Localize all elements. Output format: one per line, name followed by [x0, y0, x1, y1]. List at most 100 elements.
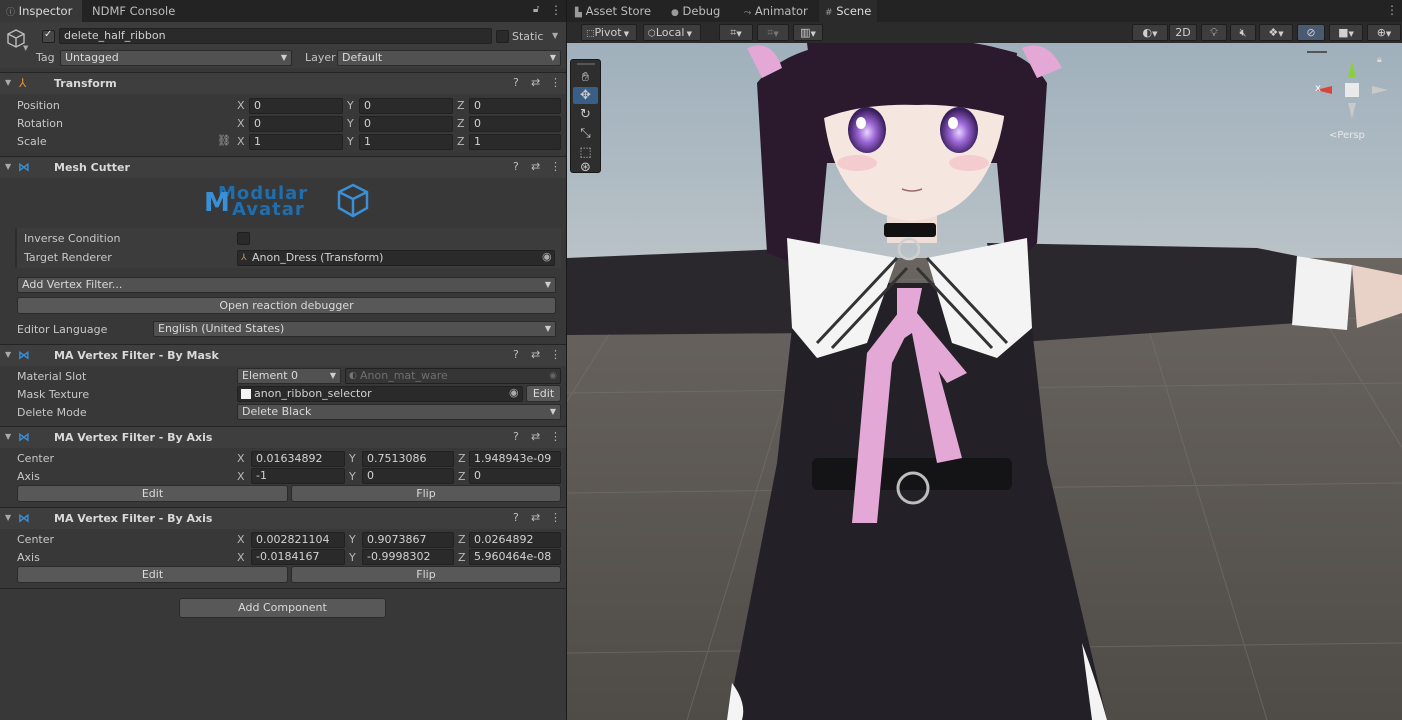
center-y-field[interactable]: 0.7513086	[362, 451, 454, 467]
foldout-arrow-icon[interactable]: ▼	[5, 513, 11, 522]
kebab-menu-icon[interactable]: ⋮	[1386, 3, 1398, 17]
delete-mode-dropdown[interactable]: Delete Black ▼	[237, 404, 561, 420]
kebab-menu-icon[interactable]: ⋮	[550, 160, 561, 173]
transform-header[interactable]: ▼ ⅄ Transform ? ⇄ ⋮	[0, 72, 566, 94]
axis-x-field[interactable]: -1	[251, 468, 345, 484]
axis-y-field[interactable]: -0.9998302	[362, 549, 454, 565]
vertex-snap-button[interactable]: ▥▼	[793, 24, 823, 41]
grid-snap-button[interactable]: ⌗▼	[719, 24, 753, 41]
material-slot-dropdown[interactable]: Element 0 ▼	[237, 368, 341, 384]
gizmos-button[interactable]: ⊕▼	[1367, 24, 1401, 41]
audio-toggle[interactable]: 🔇︎	[1230, 24, 1256, 41]
orientation-gizmo-icon[interactable]	[1312, 55, 1392, 125]
add-component-button[interactable]: Add Component	[179, 598, 386, 618]
preset-icon[interactable]: ⇄	[531, 348, 540, 361]
hand-tool-icon[interactable]: ✋︎	[573, 69, 598, 86]
constrain-proportions-link-icon[interactable]: ⛓	[217, 134, 231, 147]
local-dropdown[interactable]: ⬡Local ▼	[643, 24, 701, 41]
pivot-dropdown[interactable]: ⬚Pivot ▼	[581, 24, 637, 41]
position-y-field[interactable]: 0	[359, 98, 453, 114]
effects-toggle[interactable]: ❖▼	[1259, 24, 1293, 41]
preset-icon[interactable]: ⇄	[531, 430, 540, 443]
tab-animator[interactable]: ⤳ Animator	[738, 0, 814, 22]
axis-x-field[interactable]: -0.0184167	[251, 549, 345, 565]
kebab-menu-icon[interactable]: ⋮	[550, 76, 561, 89]
scale-x-field[interactable]: 1	[249, 134, 343, 150]
move-tool-icon[interactable]: ✥	[573, 87, 598, 104]
vertex-filter-axis-header[interactable]: ▼ ⋈ MA Vertex Filter - By Axis ? ⇄ ⋮	[0, 507, 566, 529]
axis-edit-button[interactable]: Edit	[17, 485, 288, 502]
position-x-field[interactable]: 0	[249, 98, 343, 114]
axis-z-field[interactable]: 5.960464e-08	[469, 549, 561, 565]
inverse-condition-checkbox[interactable]	[237, 232, 250, 245]
open-reaction-debugger-button[interactable]: Open reaction debugger	[17, 297, 556, 314]
tab-asset-store[interactable]: ▙ Asset Store	[569, 0, 657, 22]
foldout-arrow-icon[interactable]: ▼	[5, 78, 11, 87]
static-checkbox[interactable]	[496, 30, 509, 43]
preset-icon[interactable]: ⇄	[531, 76, 540, 89]
camera-settings-button[interactable]: ■▼	[1329, 24, 1363, 41]
visibility-toggle[interactable]: ⊘	[1297, 24, 1325, 41]
lighting-toggle[interactable]: 💡︎	[1201, 24, 1227, 41]
preset-icon[interactable]: ⇄	[531, 160, 540, 173]
position-z-field[interactable]: 0	[469, 98, 561, 114]
target-renderer-field[interactable]: ⅄ Anon_Dress (Transform)	[237, 250, 555, 266]
object-picker-icon[interactable]: ◉	[509, 386, 519, 399]
axis-y-field[interactable]: 0	[362, 468, 454, 484]
rect-tool-icon[interactable]: ⬚	[573, 144, 598, 161]
layer-dropdown[interactable]: Default ▼	[337, 50, 561, 66]
kebab-menu-icon[interactable]: ⋮	[550, 348, 561, 361]
rotation-y-field[interactable]: 0	[359, 116, 453, 132]
rotation-x-field[interactable]: 0	[249, 116, 343, 132]
mask-texture-field[interactable]: anon_ribbon_selector	[237, 386, 523, 402]
palette-grip[interactable]	[577, 63, 595, 65]
tab-inspector[interactable]: ⓘ Inspector	[0, 0, 82, 22]
center-x-field[interactable]: 0.002821104	[251, 532, 345, 548]
static-dropdown-caret[interactable]: ▼	[552, 31, 558, 40]
scale-tool-icon[interactable]: ⤡	[573, 125, 598, 142]
help-icon[interactable]: ?	[513, 76, 519, 89]
center-y-field[interactable]: 0.9073867	[362, 532, 454, 548]
toggle-2d-button[interactable]: 2D	[1169, 24, 1197, 41]
projection-label[interactable]: <Persp	[1329, 130, 1365, 141]
mesh-cutter-header[interactable]: ▼ ⋈ Mesh Cutter ? ⇄ ⋮	[0, 156, 566, 178]
object-picker-icon[interactable]: ◉	[542, 250, 552, 263]
center-x-field[interactable]: 0.01634892	[251, 451, 345, 467]
help-icon[interactable]: ?	[513, 511, 519, 524]
lock-icon[interactable]: 🔓︎	[533, 4, 539, 15]
preset-icon[interactable]: ⇄	[531, 511, 540, 524]
editor-language-dropdown[interactable]: English (United States) ▼	[153, 321, 556, 337]
center-z-field[interactable]: 1.948943e-09	[469, 451, 561, 467]
tag-dropdown[interactable]: Untagged ▼	[60, 50, 292, 66]
axis-edit-button[interactable]: Edit	[17, 566, 288, 583]
axis-flip-button[interactable]: Flip	[291, 485, 561, 502]
chevron-down-icon[interactable]: ▼	[23, 44, 28, 52]
center-z-field[interactable]: 0.0264892	[469, 532, 561, 548]
axis-z-field[interactable]: 0	[469, 468, 561, 484]
foldout-arrow-icon[interactable]: ▼	[5, 350, 11, 359]
add-vertex-filter-dropdown[interactable]: Add Vertex Filter... ▼	[17, 277, 556, 293]
help-icon[interactable]: ?	[513, 430, 519, 443]
help-icon[interactable]: ?	[513, 348, 519, 361]
increment-snap-button[interactable]: ⌗▼	[757, 24, 789, 41]
kebab-menu-icon[interactable]: ⋮	[550, 430, 561, 443]
tab-scene[interactable]: # Scene	[819, 0, 878, 22]
tab-debug[interactable]: ● Debug	[665, 0, 726, 22]
rotate-tool-icon[interactable]: ↻	[573, 106, 598, 123]
vertex-filter-axis-header[interactable]: ▼ ⋈ MA Vertex Filter - By Axis ? ⇄ ⋮	[0, 426, 566, 448]
help-icon[interactable]: ?	[513, 160, 519, 173]
gizmo-grip[interactable]	[1307, 51, 1327, 53]
foldout-arrow-icon[interactable]: ▼	[5, 162, 11, 171]
kebab-menu-icon[interactable]: ⋮	[550, 511, 561, 524]
scale-z-field[interactable]: 1	[469, 134, 561, 150]
tab-ndmf-console[interactable]: NDMF Console	[86, 0, 181, 22]
foldout-arrow-icon[interactable]: ▼	[5, 432, 11, 441]
kebab-menu-icon[interactable]: ⋮	[550, 3, 562, 17]
active-checkbox[interactable]: ✓	[42, 29, 55, 43]
scale-y-field[interactable]: 1	[359, 134, 453, 150]
rotation-z-field[interactable]: 0	[469, 116, 561, 132]
transform-tool-icon[interactable]: ⊛	[573, 161, 598, 175]
scene-viewport[interactable]: ✋︎ ✥ ↻ ⤡ ⬚ ⊛ 🔒︎ x <Persp	[567, 43, 1402, 720]
mask-edit-button[interactable]: Edit	[526, 385, 561, 402]
vertex-filter-mask-header[interactable]: ▼ ⋈ MA Vertex Filter - By Mask ? ⇄ ⋮	[0, 344, 566, 366]
